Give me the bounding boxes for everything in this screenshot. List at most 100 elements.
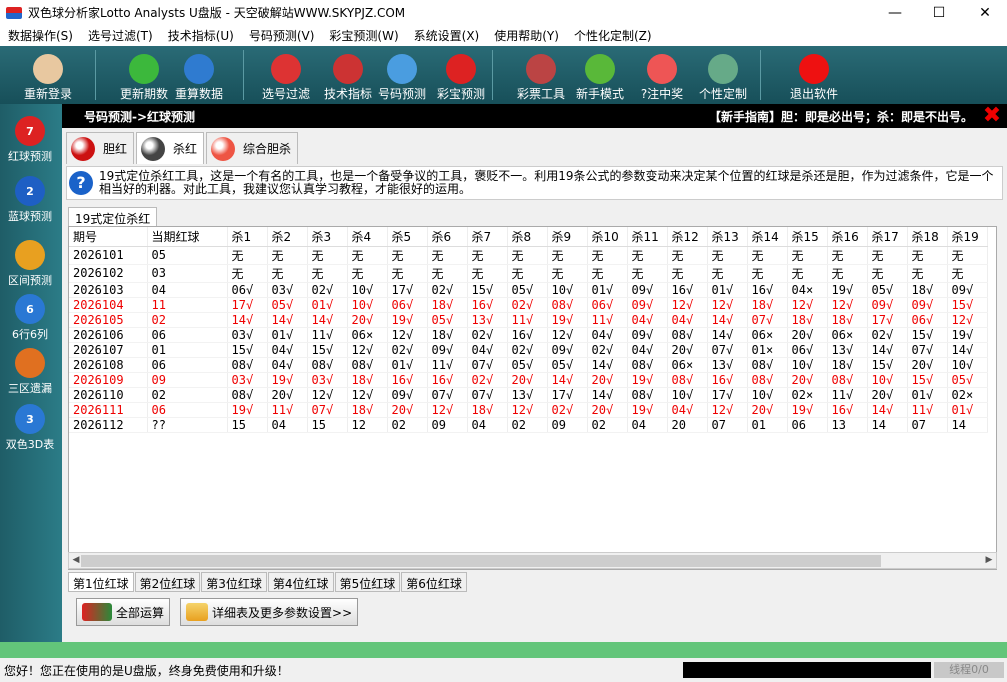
tab-2[interactable]: 综合胆杀 xyxy=(206,132,299,164)
table-cell: 无 xyxy=(267,264,308,283)
calc-all-button[interactable]: 全部运算 xyxy=(76,598,171,626)
position-tab-5[interactable]: 第5位红球 xyxy=(334,572,401,592)
column-header[interactable]: 杀17 xyxy=(867,227,908,247)
leftnav-item-3[interactable]: 6 6行6列 xyxy=(0,294,60,342)
table-row[interactable]: 2026107 01 15√ 04√ 15√ 12√ 02√ 09√ 04√ 02√ 09√ 02√ 0… xyxy=(69,342,988,358)
table-cell: 2026112 xyxy=(69,417,148,433)
column-header[interactable]: 杀2 xyxy=(267,227,308,247)
tab-0[interactable]: 胆红 xyxy=(66,132,135,164)
column-header[interactable]: 杀15 xyxy=(787,227,828,247)
column-header[interactable]: 杀12 xyxy=(667,227,708,247)
leftnav-item-4[interactable]: 三区遗漏 xyxy=(0,348,60,396)
menu-item-6[interactable]: 使用帮助(Y) xyxy=(486,27,566,44)
table-row[interactable]: 2026106 06 03√ 01√ 11√ 06× 12√ 18√ 02√ 16√ 12√ 04√ 0… xyxy=(69,327,988,343)
table-cell: 18√ xyxy=(467,402,508,418)
toolbar-shop-button[interactable]: 彩票工具 xyxy=(513,46,569,104)
menu-item-3[interactable]: 号码预测(V) xyxy=(241,27,322,44)
toolbar-prize-button[interactable]: ?注中奖 xyxy=(634,46,690,104)
table-row[interactable]: 2026112?? 15 04 15 12 02 09 04 02 09 02 04 20 07 01 06 1… xyxy=(69,417,988,433)
column-header[interactable]: 杀4 xyxy=(347,227,388,247)
column-header[interactable]: 杀1 xyxy=(227,227,268,247)
position-tab-2[interactable]: 第2位红球 xyxy=(134,572,201,592)
column-header[interactable]: 期号 xyxy=(69,227,148,247)
toolbar-separator xyxy=(760,50,761,100)
toolbar-clipboard-button[interactable]: 个性定制 xyxy=(695,46,751,104)
position-tab-6[interactable]: 第6位红球 xyxy=(401,572,467,592)
column-header[interactable]: 杀5 xyxy=(387,227,428,247)
toolbar-user-button[interactable]: 重新登录 xyxy=(20,46,76,104)
position-tab-4[interactable]: 第4位红球 xyxy=(267,572,334,592)
table-cell: 08√ xyxy=(347,357,388,373)
leftnav-item-2[interactable]: 区间预测 xyxy=(0,240,60,288)
table-cell: 14√ xyxy=(307,312,348,328)
table-row[interactable]: 2026101 05 无无无无无无无无无无无无无无无无无无无 xyxy=(69,246,988,265)
toolbar-recycle-button[interactable]: 重算数据 xyxy=(171,46,227,104)
table-cell: 无 xyxy=(547,246,588,265)
tab-1[interactable]: 杀红 xyxy=(136,132,205,164)
toolbar-plus-button[interactable]: 更新期数 xyxy=(116,46,172,104)
table-row[interactable]: 2026110 02 08√ 20√ 12√ 12√ 09√ 07√ 07√ 13√ 17√ 14√ 0… xyxy=(69,387,988,403)
column-header[interactable]: 杀3 xyxy=(307,227,348,247)
toolbar-chat-button[interactable]: 新手模式 xyxy=(572,46,628,104)
menu-item-2[interactable]: 技术指标(U) xyxy=(160,27,241,44)
column-header[interactable]: 杀14 xyxy=(747,227,788,247)
position-tab-1[interactable]: 第1位红球 xyxy=(68,572,134,592)
menu-item-4[interactable]: 彩宝预测(W) xyxy=(321,27,405,44)
menu-item-0[interactable]: 数据操作(S) xyxy=(0,27,80,44)
table-row[interactable]: 2026108 06 08√ 04√ 08√ 08√ 01√ 11√ 07√ 05√ 05√ 14√ 0… xyxy=(69,357,988,373)
leftnav-item-0[interactable]: 7 红球预测 xyxy=(0,116,60,164)
column-header[interactable]: 杀11 xyxy=(627,227,668,247)
menu-item-5[interactable]: 系统设置(X) xyxy=(406,27,487,44)
column-header[interactable]: 当期红球 xyxy=(147,227,228,247)
column-header[interactable]: 杀8 xyxy=(507,227,548,247)
toolbar-filter-button[interactable]: 选号过滤 xyxy=(258,46,314,104)
column-header[interactable]: 杀7 xyxy=(467,227,508,247)
scroll-right-icon[interactable]: ▶ xyxy=(982,553,996,568)
table-row[interactable]: 2026104 11 17√ 05√ 01√ 10√ 06√ 18√ 16√ 02√ 08√ 06√ 0… xyxy=(69,297,988,313)
close-window-button[interactable]: ✕ xyxy=(963,0,1007,25)
maximize-button[interactable]: ☐ xyxy=(917,0,961,25)
subtab-19-kill[interactable]: 19式定位杀红 xyxy=(68,207,158,227)
column-header[interactable]: 杀19 xyxy=(947,227,988,247)
table-cell: 08√ xyxy=(827,372,868,388)
column-header[interactable]: 杀13 xyxy=(707,227,748,247)
table-row[interactable]: 2026103 04 06√ 03√ 02√ 10√ 17√ 02√ 15√ 05√ 10√ 01√ 0… xyxy=(69,282,988,298)
table-cell: 16√ xyxy=(507,327,548,343)
toolbar-separator xyxy=(492,50,493,100)
table-cell: 02√ xyxy=(507,342,548,358)
column-header[interactable]: 杀18 xyxy=(907,227,948,247)
table-row[interactable]: 2026105 02 14√ 14√ 14√ 20√ 19√ 05√ 13√ 11√ 19√ 11√ 0… xyxy=(69,312,988,328)
table-cell: 14 xyxy=(867,417,908,433)
table-cell: 19√ xyxy=(827,282,868,298)
leftnav-label: 区间预测 xyxy=(8,274,52,287)
toolbar-treasure-button[interactable]: 彩宝预测 xyxy=(433,46,489,104)
position-tab-3[interactable]: 第3位红球 xyxy=(201,572,267,592)
menu-bar: 数据操作(S) 选号过滤(T) 技术指标(U) 号码预测(V) 彩宝预测(W) 系统设置(… xyxy=(0,25,1007,46)
horizontal-scrollbar[interactable]: ◀ ▶ xyxy=(68,552,997,569)
table-cell: 无 xyxy=(827,246,868,265)
close-panel-icon[interactable]: ✖ xyxy=(981,105,1003,127)
toolbar-chart-button[interactable]: 技术指标 xyxy=(320,46,376,104)
leftnav-item-1[interactable]: 2 蓝球预测 xyxy=(0,176,60,224)
scroll-thumb[interactable] xyxy=(81,555,881,567)
column-header[interactable]: 杀10 xyxy=(587,227,628,247)
table-row[interactable]: 2026102 03 无无无无无无无无无无无无无无无无无无无 xyxy=(69,264,988,283)
table-row[interactable]: 2026111 06 19√ 11√ 07√ 18√ 20√ 12√ 18√ 12√ 02√ 20√ 1… xyxy=(69,402,988,418)
table-cell: 12√ xyxy=(787,297,828,313)
column-header[interactable]: 杀9 xyxy=(547,227,588,247)
leftnav-item-5[interactable]: 3 双色3D表 xyxy=(0,404,60,452)
toolbar-forecast-button[interactable]: 号码预测 xyxy=(374,46,430,104)
table-row[interactable]: 2026109 09 03√ 19√ 03√ 18√ 16√ 16√ 02√ 20√ 14√ 20√ 1… xyxy=(69,372,988,388)
table-cell: 20√ xyxy=(787,327,828,343)
column-header[interactable]: 杀6 xyxy=(427,227,468,247)
column-header[interactable]: 杀16 xyxy=(827,227,868,247)
data-grid[interactable]: 期号 当期红球 杀1 杀2 杀3 杀4 杀5 杀6 杀7 杀8 杀9 杀10 杀11 杀12 杀13 杀14 杀… xyxy=(68,226,997,570)
table-cell: 11 xyxy=(147,297,228,313)
detail-settings-button[interactable]: 详细表及更多参数设置>> xyxy=(180,598,359,626)
table-cell: 02√ xyxy=(547,402,588,418)
menu-item-7[interactable]: 个性化定制(Z) xyxy=(566,27,659,44)
menu-item-1[interactable]: 选号过滤(T) xyxy=(80,27,160,44)
table-cell: 无 xyxy=(747,246,788,265)
minimize-button[interactable]: — xyxy=(873,0,917,25)
toolbar-exit-button[interactable]: 退出软件 xyxy=(786,46,842,104)
